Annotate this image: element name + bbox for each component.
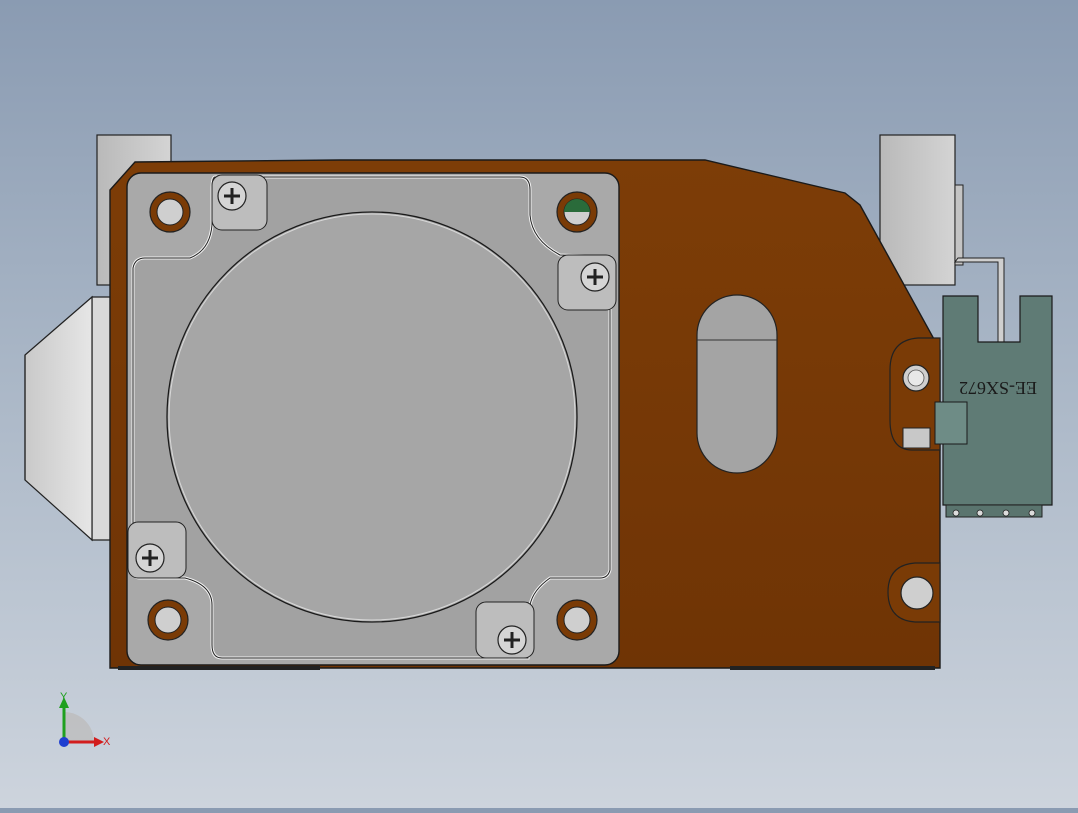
stepper-motor[interactable] [126, 172, 620, 666]
adjustment-slot[interactable] [696, 294, 778, 474]
coordinate-triad[interactable]: Y X [59, 691, 111, 748]
flange-hole-bottom-right[interactable] [556, 599, 598, 641]
screw-right[interactable] [557, 254, 617, 311]
model-render[interactable]: EE-SX672 Y X [0, 0, 1078, 808]
lower-right-hole[interactable] [887, 562, 941, 623]
screw-bottom[interactable] [475, 601, 535, 659]
y-axis-label: Y [60, 691, 68, 703]
screw-left[interactable] [127, 521, 187, 579]
sensor-model-label: EE-SX672 [959, 378, 1037, 398]
screw-top[interactable] [211, 174, 268, 231]
flange-hole-bottom-left[interactable] [147, 599, 189, 641]
cad-viewport[interactable]: EE-SX672 Y X [0, 0, 1078, 808]
z-axis-dot [59, 737, 69, 747]
x-axis-label: X [103, 736, 111, 748]
flange-hole-top-right[interactable] [556, 191, 598, 233]
photo-sensor[interactable]: EE-SX672 [934, 295, 1053, 518]
flange-hole-top-left[interactable] [149, 191, 191, 233]
sensor-pivot-boss[interactable] [889, 337, 941, 451]
